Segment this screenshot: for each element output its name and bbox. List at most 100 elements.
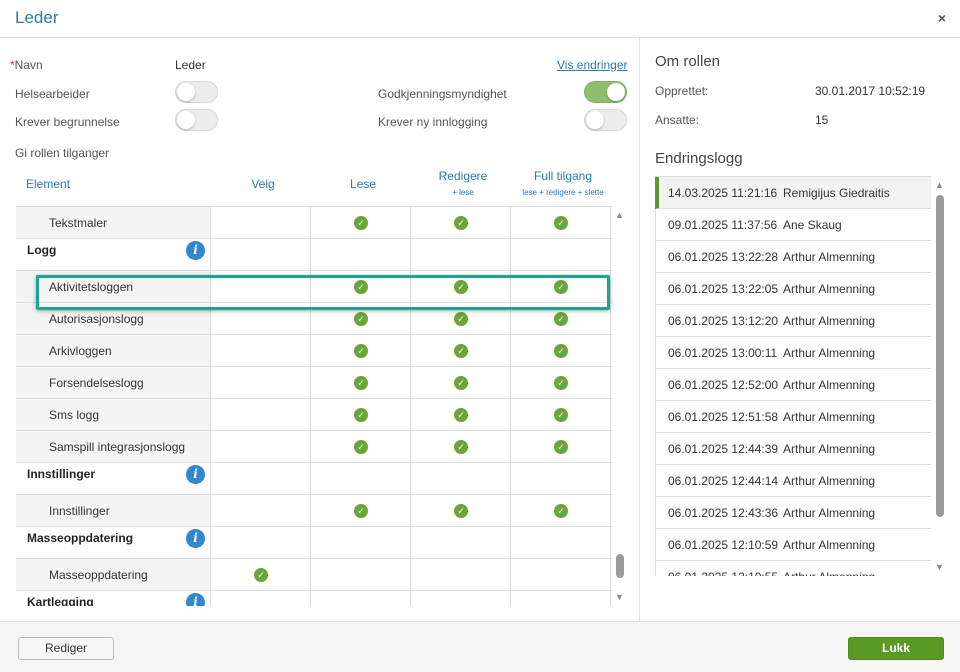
permission-cell-lese[interactable]	[311, 559, 411, 590]
permission-cell-velg[interactable]	[211, 495, 311, 526]
changelog-row[interactable]: 06.01.2025 12:44:39 Arthur Almenning	[655, 433, 931, 465]
permission-cell-lese[interactable]: ✓	[311, 495, 411, 526]
check-icon[interactable]: ✓	[354, 504, 368, 518]
permission-cell-full-tilgang[interactable]	[511, 527, 611, 558]
check-icon[interactable]: ✓	[254, 568, 268, 582]
changelog-row[interactable]: 06.01.2025 12:52:00 Arthur Almenning	[655, 369, 931, 401]
changelog-row[interactable]: 06.01.2025 13:00:11 Arthur Almenning	[655, 337, 931, 369]
permission-cell-full-tilgang[interactable]: ✓	[511, 271, 611, 302]
check-icon[interactable]: ✓	[454, 312, 468, 326]
info-icon[interactable]: i	[186, 241, 205, 260]
permission-cell-full-tilgang[interactable]: ✓	[511, 399, 611, 430]
scroll-up-icon[interactable]: ▲	[615, 210, 624, 220]
permission-cell-redigere[interactable]	[411, 559, 511, 590]
permission-cell-lese[interactable]	[311, 239, 411, 270]
changelog-row[interactable]: 06.01.2025 12:43:36 Arthur Almenning	[655, 497, 931, 529]
check-icon[interactable]: ✓	[354, 280, 368, 294]
permission-cell-full-tilgang[interactable]: ✓	[511, 207, 611, 238]
changelog-row[interactable]: 06.01.2025 12:44:14 Arthur Almenning	[655, 465, 931, 497]
permission-cell-lese[interactable]: ✓	[311, 271, 411, 302]
scroll-down-icon[interactable]: ▼	[935, 562, 944, 572]
check-icon[interactable]: ✓	[454, 440, 468, 454]
check-icon[interactable]: ✓	[454, 376, 468, 390]
scrollbar-thumb[interactable]	[936, 195, 944, 517]
krever-begrunnelse-toggle[interactable]	[175, 109, 218, 131]
permission-cell-lese[interactable]: ✓	[311, 367, 411, 398]
info-icon[interactable]: i	[186, 465, 205, 484]
scrollbar-thumb[interactable]	[616, 554, 624, 578]
close-icon[interactable]: ×	[938, 10, 946, 26]
permission-cell-velg[interactable]	[211, 303, 311, 334]
check-icon[interactable]: ✓	[554, 312, 568, 326]
permission-cell-redigere[interactable]: ✓	[411, 303, 511, 334]
check-icon[interactable]: ✓	[554, 408, 568, 422]
changelog-row[interactable]: 06.01.2025 13:22:28 Arthur Almenning	[655, 241, 931, 273]
permission-cell-redigere[interactable]: ✓	[411, 271, 511, 302]
permission-cell-velg[interactable]	[211, 527, 311, 558]
permission-cell-velg[interactable]	[211, 271, 311, 302]
changelog-scrollbar[interactable]: ▲ ▼	[932, 176, 948, 576]
check-icon[interactable]: ✓	[554, 280, 568, 294]
check-icon[interactable]: ✓	[454, 408, 468, 422]
permission-cell-velg[interactable]	[211, 399, 311, 430]
permission-cell-lese[interactable]: ✓	[311, 431, 411, 462]
permission-cell-velg[interactable]	[211, 335, 311, 366]
changelog-row[interactable]: 09.01.2025 11:37:56 Ane Skaug	[655, 209, 931, 241]
permission-cell-redigere[interactable]: ✓	[411, 431, 511, 462]
close-button[interactable]: Lukk	[848, 637, 944, 660]
check-icon[interactable]: ✓	[454, 504, 468, 518]
permission-cell-full-tilgang[interactable]	[511, 239, 611, 270]
permission-cell-full-tilgang[interactable]	[511, 559, 611, 590]
permission-cell-lese[interactable]	[311, 463, 411, 494]
permission-cell-full-tilgang[interactable]	[511, 591, 611, 606]
permission-cell-lese[interactable]: ✓	[311, 399, 411, 430]
permission-cell-redigere[interactable]	[411, 239, 511, 270]
changelog-row[interactable]: 06.01.2025 12:10:59 Arthur Almenning	[655, 529, 931, 561]
check-icon[interactable]: ✓	[354, 216, 368, 230]
check-icon[interactable]: ✓	[354, 344, 368, 358]
permission-cell-lese[interactable]	[311, 591, 411, 606]
permission-cell-lese[interactable]: ✓	[311, 303, 411, 334]
permission-cell-redigere[interactable]	[411, 527, 511, 558]
permission-cell-velg[interactable]	[211, 463, 311, 494]
check-icon[interactable]: ✓	[454, 280, 468, 294]
show-changes-link[interactable]: Vis endringer	[557, 58, 628, 72]
permission-cell-velg[interactable]	[211, 431, 311, 462]
check-icon[interactable]: ✓	[554, 504, 568, 518]
permission-cell-redigere[interactable]	[411, 591, 511, 606]
changelog-row[interactable]: 06.01.2025 12:51:58 Arthur Almenning	[655, 401, 931, 433]
changelog-row[interactable]: 06.01.2025 12:10:55 Arthur Almenning	[655, 561, 931, 576]
permission-cell-lese[interactable]: ✓	[311, 335, 411, 366]
permission-table-scrollbar[interactable]: ▲ ▼	[612, 206, 628, 606]
permission-cell-full-tilgang[interactable]: ✓	[511, 335, 611, 366]
scroll-up-icon[interactable]: ▲	[935, 180, 944, 190]
permission-cell-lese[interactable]	[311, 527, 411, 558]
permission-cell-redigere[interactable]: ✓	[411, 399, 511, 430]
scroll-down-icon[interactable]: ▼	[615, 592, 624, 602]
check-icon[interactable]: ✓	[554, 376, 568, 390]
permission-cell-velg[interactable]	[211, 239, 311, 270]
helsearbeider-toggle[interactable]	[175, 81, 218, 103]
krever-ny-innlogging-toggle[interactable]	[584, 109, 627, 131]
changelog-row[interactable]: 14.03.2025 11:21:16 Remigijus Giedraitis	[655, 177, 931, 209]
changelog-row[interactable]: 06.01.2025 13:22:05 Arthur Almenning	[655, 273, 931, 305]
check-icon[interactable]: ✓	[454, 216, 468, 230]
permission-cell-velg[interactable]	[211, 591, 311, 606]
edit-button[interactable]: Rediger	[18, 637, 114, 660]
check-icon[interactable]: ✓	[354, 376, 368, 390]
permission-cell-full-tilgang[interactable]	[511, 463, 611, 494]
permission-cell-velg[interactable]	[211, 207, 311, 238]
permission-cell-full-tilgang[interactable]: ✓	[511, 495, 611, 526]
info-icon[interactable]: i	[186, 529, 205, 548]
check-icon[interactable]: ✓	[554, 440, 568, 454]
permission-cell-redigere[interactable]: ✓	[411, 207, 511, 238]
check-icon[interactable]: ✓	[454, 344, 468, 358]
info-icon[interactable]: i	[186, 593, 205, 606]
permission-cell-redigere[interactable]: ✓	[411, 335, 511, 366]
permission-cell-redigere[interactable]: ✓	[411, 367, 511, 398]
check-icon[interactable]: ✓	[554, 344, 568, 358]
permission-cell-redigere[interactable]: ✓	[411, 495, 511, 526]
godkjenningsmyndighet-toggle[interactable]	[584, 81, 627, 103]
check-icon[interactable]: ✓	[554, 216, 568, 230]
permission-cell-redigere[interactable]	[411, 463, 511, 494]
